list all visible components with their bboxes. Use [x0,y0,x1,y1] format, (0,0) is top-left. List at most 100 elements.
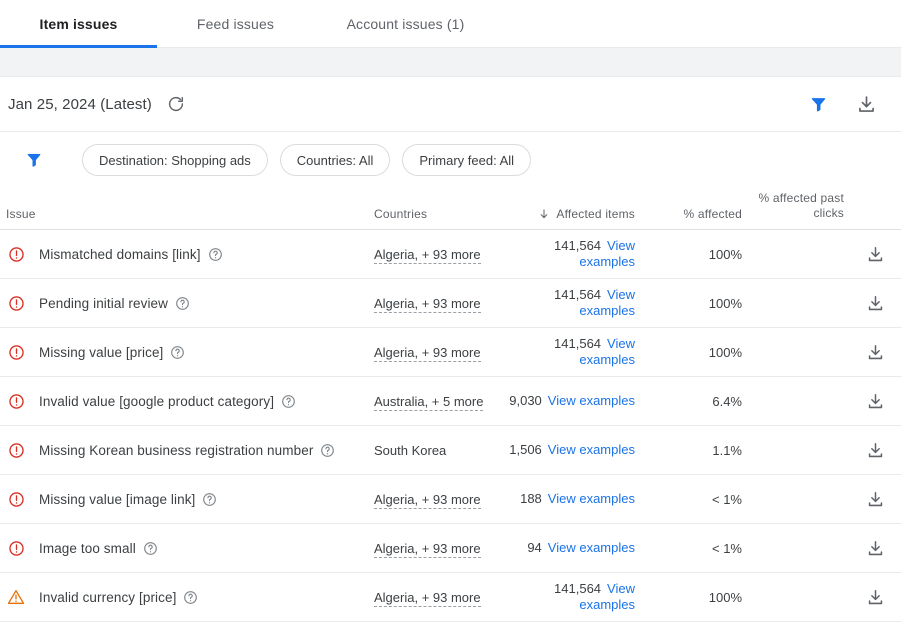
table-header-row: Issue Countries Affected items % affecte… [0,188,901,230]
help-icon[interactable] [183,590,198,605]
filter-chip-destination[interactable]: Destination: Shopping ads [82,144,268,176]
cell-countries: Australia, + 5 more [374,393,499,411]
chip-label: Countries: All [296,152,374,168]
countries-value[interactable]: Algeria, + 93 more [374,344,481,362]
table-row[interactable]: Mismatched domains [link] Algeria, + 93 m… [0,230,901,279]
cell-affected-items: 141,564 View examples [499,287,647,319]
download-row-icon[interactable] [861,239,891,269]
issue-title: Invalid value [google product category] [39,393,275,409]
issue-title: Missing value [image link] [39,491,196,507]
table-row[interactable]: Missing value [price] Algeria, + 93 more 1… [0,328,901,377]
filter-funnel-icon[interactable] [22,148,46,172]
download-report-icon[interactable] [849,87,883,121]
affected-items-count: 94 [527,540,542,555]
chip-label: Primary feed: All [419,152,515,168]
help-icon[interactable] [143,541,158,556]
filter-chip-countries[interactable]: Countries: All [279,144,391,176]
help-icon[interactable] [202,492,217,507]
cell-pct-affected: 100% [708,589,742,605]
cell-download [850,239,901,269]
column-header-pct-affected[interactable]: % affected [647,207,742,221]
help-icon[interactable] [208,247,223,262]
countries-value: South Korea [374,442,447,458]
filter-funnel-icon[interactable] [801,87,835,121]
download-row-icon[interactable] [861,484,891,514]
cell-issue: Missing value [price] [0,342,374,362]
download-row-icon[interactable] [861,337,891,367]
help-icon[interactable] [170,345,185,360]
view-examples-link[interactable]: View examples [548,442,635,457]
cell-issue: Pending initial review [0,293,374,313]
download-row-icon[interactable] [861,582,891,612]
chip-label: Destination: Shopping ads [99,152,251,168]
report-date-label: Jan 25, 2024 (Latest) [8,95,152,113]
cell-issue: Invalid value [google product category] [0,391,374,411]
error-circle-icon [6,440,26,460]
cell-issue: Invalid currency [price] [0,587,374,607]
countries-value[interactable]: Algeria, + 93 more [374,491,481,509]
table-row[interactable]: Missing value [image link] Algeria, + 93 … [0,475,901,524]
warning-triangle-icon [6,587,26,607]
cell-affected-items: 141,564 View examples [499,238,647,270]
table-row[interactable]: Invalid value [google product category] A… [0,377,901,426]
cell-download [850,337,901,367]
error-circle-icon [6,538,26,558]
cell-pct-affected: 1.1% [712,442,742,458]
table-row[interactable]: Image too small Algeria, + 93 more 94 View … [0,524,901,573]
countries-value[interactable]: Algeria, + 93 more [374,589,481,607]
help-icon[interactable] [281,394,296,409]
view-examples-link[interactable]: View examples [548,393,635,408]
column-header-issue[interactable]: Issue [0,207,374,221]
tab-label: Item issues [39,16,118,32]
cell-countries: Algeria, + 93 more [374,295,499,313]
cell-countries: Algeria, + 93 more [374,589,499,607]
cell-affected-items: 94 View examples [499,540,647,556]
tab-item-issues[interactable]: Item issues [0,0,157,48]
tab-feed-issues[interactable]: Feed issues [157,0,314,48]
sort-descending-arrow-icon [538,208,550,220]
table-row[interactable]: Pending initial review Algeria, + 93 more… [0,279,901,328]
cell-countries: Algeria, + 93 more [374,491,499,509]
cell-countries: Algeria, + 93 more [374,344,499,362]
column-header-pct-affected-past-clicks[interactable]: % affected past clicks [742,191,850,221]
cell-pct-affected: < 1% [712,491,742,507]
cell-countries: South Korea [374,443,499,458]
cell-pct-affected: 100% [708,295,742,311]
cell-affected-items: 141,564 View examples [499,581,647,613]
column-header-label: Affected items [556,207,635,221]
error-circle-icon [6,293,26,313]
column-header-countries[interactable]: Countries [374,207,499,221]
help-icon[interactable] [175,296,190,311]
error-circle-icon [6,391,26,411]
filter-chip-bar: Destination: Shopping ads Countries: All… [0,132,901,188]
tab-bar: Item issues Feed issues Account issues (… [0,0,901,48]
countries-value[interactable]: Algeria, + 93 more [374,246,481,264]
date-toolbar: Jan 25, 2024 (Latest) [0,77,901,132]
download-row-icon[interactable] [861,288,891,318]
filter-chip-primary-feed[interactable]: Primary feed: All [402,144,532,176]
countries-value[interactable]: Algeria, + 93 more [374,540,481,558]
column-header-affected-items[interactable]: Affected items [499,207,647,221]
view-examples-link[interactable]: View examples [548,540,635,555]
download-row-icon[interactable] [861,435,891,465]
issues-table: Issue Countries Affected items % affecte… [0,188,901,622]
countries-value[interactable]: Australia, + 5 more [374,393,484,411]
cell-download [850,484,901,514]
table-row[interactable]: Invalid currency [price] Algeria, + 93 mo… [0,573,901,622]
tab-account-issues[interactable]: Account issues (1) [314,0,497,48]
table-row[interactable]: Missing Korean business registration num… [0,426,901,475]
countries-value[interactable]: Algeria, + 93 more [374,295,481,313]
help-icon[interactable] [320,443,335,458]
active-tab-indicator [0,45,157,48]
affected-items-count: 141,564 [554,238,602,253]
cell-download [850,533,901,563]
error-circle-icon [6,342,26,362]
issue-title: Mismatched domains [link] [39,246,201,262]
view-examples-link[interactable]: View examples [548,491,635,506]
error-circle-icon [6,489,26,509]
cell-pct-affected: < 1% [712,540,742,556]
download-row-icon[interactable] [861,533,891,563]
download-row-icon[interactable] [861,386,891,416]
tab-label: Account issues (1) [346,16,465,32]
refresh-icon[interactable] [164,92,188,116]
